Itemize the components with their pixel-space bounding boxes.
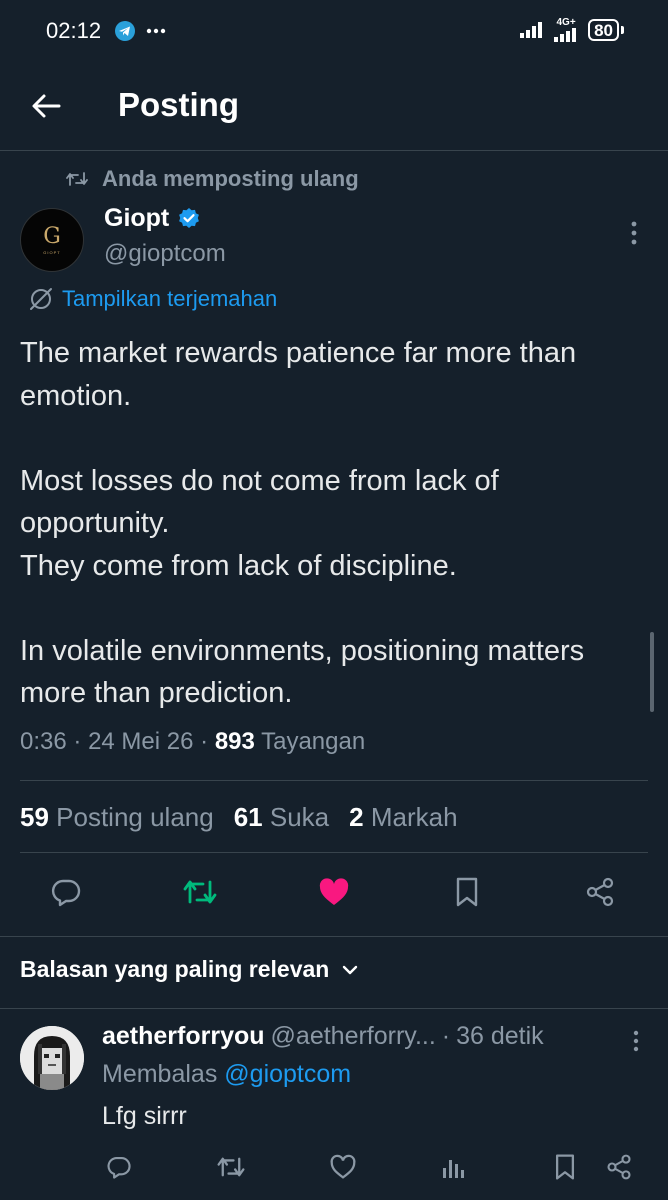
- avatar-logo-letter: G: [43, 223, 61, 249]
- post-body-gap: [20, 587, 640, 630]
- reply-button[interactable]: [48, 874, 84, 910]
- replying-to: Membalas @gioptcom: [102, 1060, 351, 1089]
- heart-icon: [330, 1154, 356, 1179]
- post-meta: 0:36 · 24 Mei 26 · 893 Tayangan: [20, 728, 366, 755]
- author-name-row[interactable]: Giopt: [104, 204, 201, 233]
- divider: [0, 1008, 668, 1009]
- post-time: 0:36: [20, 728, 67, 755]
- pixel-art-avatar-image: [20, 1026, 84, 1090]
- status-time: 02:12: [46, 18, 102, 43]
- reply-text: Lfg sirrr: [102, 1102, 187, 1130]
- more-vertical-icon: [633, 1030, 639, 1052]
- back-button[interactable]: [26, 86, 66, 126]
- reply-like-button[interactable]: [328, 1152, 358, 1182]
- post-body-line: Most losses do not come from lack of opp…: [20, 464, 499, 540]
- reply-bookmark-button[interactable]: [550, 1152, 580, 1182]
- post-body-line: They come from lack of discipline.: [20, 549, 457, 582]
- bookmarks-label: Markah: [370, 802, 458, 832]
- share-icon: [586, 877, 614, 907]
- share-button[interactable]: [582, 874, 618, 910]
- reply-icon: [107, 1157, 131, 1179]
- reply-repost-button[interactable]: [216, 1152, 246, 1182]
- reposts-label: Posting ulang: [56, 802, 214, 832]
- likes-label: Suka: [269, 802, 330, 832]
- chevron-down-icon: [343, 965, 358, 974]
- repost-icon: [183, 880, 217, 904]
- avatar-logo-text: GIOPT: [43, 249, 61, 255]
- bookmark-icon: [555, 1154, 575, 1180]
- status-notification-icons: [114, 20, 166, 42]
- share-icon: [607, 1154, 631, 1180]
- replying-to-handle[interactable]: @gioptcom: [224, 1060, 351, 1088]
- repost-label: Anda memposting ulang: [102, 166, 359, 191]
- post-more-button[interactable]: [622, 218, 646, 248]
- battery-indicator: 80: [588, 19, 619, 41]
- bookmarks-count: 2: [349, 802, 364, 832]
- views-label: Tayangan: [261, 728, 366, 755]
- repost-button[interactable]: [182, 874, 218, 910]
- heart-icon: [319, 878, 349, 905]
- battery-tip: [621, 26, 624, 34]
- views-icon: [443, 1160, 464, 1178]
- reply-views-button[interactable]: [438, 1152, 468, 1182]
- replies-sort-button[interactable]: Balasan yang paling relevan: [20, 956, 359, 983]
- network-label: 4G+: [556, 17, 576, 28]
- reply-author-handle[interactable]: @aetherforry...: [271, 1022, 436, 1051]
- translate-label: Tampilkan terjemahan: [62, 286, 278, 311]
- divider: [0, 936, 668, 937]
- bookmark-button[interactable]: [449, 874, 485, 910]
- post-body-line: In volatile environments, positioning ma…: [20, 634, 585, 710]
- bookmark-icon: [456, 877, 478, 907]
- repost-small-icon: [66, 172, 88, 186]
- page-title: Posting: [118, 86, 239, 123]
- signal-2-icon: [554, 28, 577, 42]
- likes-count: 61: [233, 802, 263, 832]
- reply-separator: ·: [441, 1022, 451, 1050]
- reply-header: aetherforryou @aetherforry... · 36 detik: [102, 1022, 642, 1051]
- signal-icon: [520, 22, 544, 38]
- author-avatar[interactable]: G GIOPT: [20, 208, 84, 272]
- header-divider: [0, 150, 668, 151]
- reply-time: 36 detik: [456, 1022, 544, 1050]
- reply-more-button[interactable]: [626, 1028, 646, 1054]
- views-count: 893: [214, 728, 255, 755]
- verified-badge-icon: [179, 207, 200, 228]
- post-body-gap: [20, 417, 640, 460]
- repost-icon: [217, 1157, 245, 1177]
- scrollbar[interactable]: [650, 632, 654, 712]
- reply-avatar[interactable]: [20, 1026, 84, 1090]
- post-body: The market rewards patience far more tha…: [20, 332, 640, 715]
- post-stats: 59 Posting ulang 61 Suka 2 Markah: [20, 802, 458, 833]
- author-handle[interactable]: @gioptcom: [104, 240, 226, 268]
- replying-label: Membalas: [102, 1060, 218, 1088]
- telegram-icon: [114, 20, 136, 42]
- more-notifications-icon: [146, 28, 166, 34]
- network-indicator: 4G+: [554, 18, 578, 42]
- more-vertical-icon: [631, 221, 637, 245]
- reposts-count: 59: [20, 802, 49, 832]
- divider: [20, 852, 648, 853]
- arrow-left-icon: [32, 94, 61, 118]
- status-right-icons: 4G+ 80: [520, 18, 624, 42]
- divider: [20, 780, 648, 781]
- author-name: Giopt: [104, 204, 170, 232]
- bookmarks-stat[interactable]: 2 Markah: [349, 802, 457, 833]
- reply-share-button[interactable]: [604, 1152, 634, 1182]
- post-date: 24 Mei 26: [88, 728, 194, 755]
- reposts-stat[interactable]: 59 Posting ulang: [20, 802, 214, 833]
- replies-sort-label: Balasan yang paling relevan: [20, 956, 330, 982]
- repost-indicator: Anda memposting ulang: [66, 166, 359, 192]
- translate-button[interactable]: Tampilkan terjemahan: [28, 286, 277, 312]
- reply-author-name[interactable]: aetherforryou: [102, 1022, 265, 1051]
- reply-icon: [51, 879, 81, 907]
- translate-icon: [30, 288, 52, 310]
- post-body-line: The market rewards patience far more tha…: [20, 337, 577, 412]
- reply-reply-button[interactable]: [104, 1152, 134, 1182]
- likes-stat[interactable]: 61 Suka: [234, 802, 329, 833]
- like-button[interactable]: [316, 874, 352, 910]
